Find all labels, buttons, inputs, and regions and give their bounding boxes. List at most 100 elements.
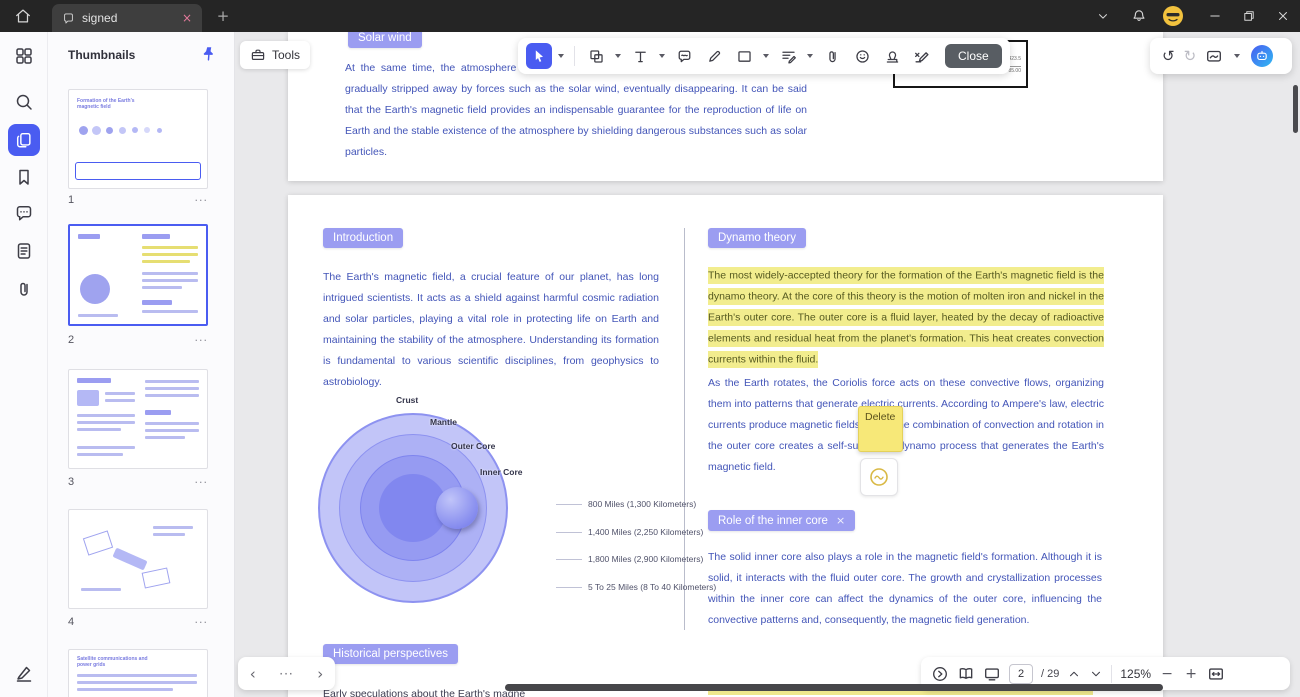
panel-title: Thumbnails xyxy=(68,48,135,62)
tools-button[interactable]: Tools xyxy=(240,41,310,69)
tab-label: signed xyxy=(82,11,117,25)
titlebar-collapse-button[interactable] xyxy=(1088,0,1118,32)
select-tool-button[interactable] xyxy=(526,43,552,69)
measurement-row: 800 Miles (1,300 Kilometers) xyxy=(556,499,696,509)
notifications-button[interactable] xyxy=(1124,0,1154,32)
signature-tool-button[interactable] xyxy=(14,663,34,683)
thumbnail-page-5[interactable]: Satellite communications and power grids xyxy=(68,649,208,697)
typewriter-tool-button[interactable] xyxy=(775,43,801,69)
zoom-out-button[interactable]: − xyxy=(1159,666,1175,682)
overlap-squares-icon xyxy=(588,48,605,65)
shape-tool-caret-icon[interactable] xyxy=(763,54,769,58)
signature-pad-caret-icon[interactable] xyxy=(1234,54,1240,58)
toolbar-divider xyxy=(574,46,575,66)
highlight-area-tool-button[interactable] xyxy=(583,43,609,69)
document-tab[interactable]: signed × xyxy=(52,4,202,32)
close-window-button[interactable] xyxy=(1268,0,1298,32)
fit-width-icon[interactable] xyxy=(1207,665,1225,683)
signature-pad-icon[interactable] xyxy=(1205,47,1223,65)
search-icon xyxy=(14,92,34,112)
thumbnail-3-menu[interactable]: ··· xyxy=(195,476,209,489)
attachment-tool-button[interactable] xyxy=(819,43,845,69)
restore-button[interactable] xyxy=(1234,0,1264,32)
tools-label: Tools xyxy=(272,48,300,62)
ai-assistant-button[interactable] xyxy=(1251,45,1273,67)
zoom-level-label[interactable]: 125% xyxy=(1120,667,1151,681)
sticker-tool-button[interactable] xyxy=(849,43,875,69)
page-down-icon[interactable] xyxy=(1089,667,1103,681)
shape-tool-button[interactable] xyxy=(731,43,757,69)
pencil-tool-button[interactable] xyxy=(701,43,727,69)
paperclip-icon xyxy=(824,48,841,65)
page-number-input[interactable] xyxy=(1009,664,1033,684)
sign-tool-button[interactable] xyxy=(909,43,935,69)
chip-close-icon[interactable]: × xyxy=(836,514,845,527)
reading-mode-icon[interactable] xyxy=(957,665,975,683)
file-icon xyxy=(14,241,34,261)
heading-chip-inner-core: Role of the inner core × xyxy=(708,510,855,531)
zoom-in-button[interactable]: + xyxy=(1183,666,1199,682)
document-canvas[interactable]: Solar wind At the same time, the atmosph… xyxy=(235,32,1300,697)
comment-annotation-button[interactable] xyxy=(860,458,898,496)
vertical-scrollbar[interactable] xyxy=(1293,85,1298,133)
thumbnail-1-menu[interactable]: ··· xyxy=(195,194,209,207)
bookmarks-button[interactable] xyxy=(14,167,34,187)
pages-button[interactable] xyxy=(14,241,34,261)
thumbnail-page-1[interactable]: Formation of the Earth's magnetic field xyxy=(68,89,208,189)
thumbnail-4-menu[interactable]: ··· xyxy=(195,616,209,629)
thumbnail-2-earth xyxy=(80,274,110,304)
heading-chip-solar-wind: Solar wind xyxy=(348,32,422,48)
titlebar: signed × + xyxy=(0,0,1300,32)
presentation-mode-icon[interactable] xyxy=(983,665,1001,683)
sticky-note-label[interactable]: Delete xyxy=(865,411,895,423)
next-page-icon[interactable]: › xyxy=(317,665,323,683)
nav-menu-icon[interactable]: ··· xyxy=(279,667,293,681)
apps-button[interactable] xyxy=(14,46,34,66)
pin-panel-button[interactable] xyxy=(200,45,218,63)
search-button[interactable] xyxy=(14,92,34,112)
inner-core-heading: Role of the inner core xyxy=(718,515,828,527)
attachments-button[interactable] xyxy=(14,279,34,299)
comments-button[interactable] xyxy=(14,203,34,223)
undo-icon[interactable]: ↺ xyxy=(1162,47,1175,65)
stamp-tool-button[interactable] xyxy=(879,43,905,69)
thumbnail-page-3[interactable] xyxy=(68,369,208,469)
home-button[interactable] xyxy=(8,0,38,32)
highlight-tool-caret-icon[interactable] xyxy=(615,54,621,58)
text-tool-button[interactable] xyxy=(627,43,653,69)
sticky-note-delete[interactable]: Delete xyxy=(858,406,903,452)
ai-robot-icon xyxy=(1255,49,1269,63)
tab-close-icon[interactable]: × xyxy=(182,11,192,25)
auto-scroll-icon[interactable] xyxy=(931,665,949,683)
inner-core-sphere xyxy=(436,487,478,529)
new-tab-button[interactable]: + xyxy=(210,0,236,32)
page-up-icon[interactable] xyxy=(1067,667,1081,681)
horizontal-scrollbar[interactable] xyxy=(505,684,1163,691)
comment-tool-button[interactable] xyxy=(671,43,697,69)
typewriter-tool-caret-icon[interactable] xyxy=(807,54,813,58)
thumbnail-1-title: Formation of the Earth's magnetic field xyxy=(77,98,135,110)
thumbnails-panel-button[interactable] xyxy=(8,124,40,156)
historical-heading: Historical perspectives xyxy=(333,648,448,660)
select-tool-caret-icon[interactable] xyxy=(558,54,564,58)
redo-icon[interactable]: ↻ xyxy=(1184,47,1197,65)
pin-icon xyxy=(200,45,218,63)
highlight-annotation[interactable]: The most widely-accepted theory for the … xyxy=(708,267,1104,368)
account-avatar[interactable] xyxy=(1158,0,1188,32)
signature-x-icon xyxy=(913,47,931,65)
close-toolbar-button[interactable]: Close xyxy=(945,44,1002,68)
introduction-paragraph: The Earth's magnetic field, a crucial fe… xyxy=(323,267,659,393)
thumbnail-page-4[interactable] xyxy=(68,509,208,609)
dynamo-highlighted-paragraph[interactable]: The most widely-accepted theory for the … xyxy=(708,265,1104,370)
dynamo-heading: Dynamo theory xyxy=(718,232,796,244)
heading-chip-introduction: Introduction xyxy=(323,228,403,248)
status-divider xyxy=(1111,665,1112,683)
thumbnail-page-2[interactable] xyxy=(68,224,208,326)
thumbnail-2-menu[interactable]: ··· xyxy=(195,334,209,347)
heading-chip-historical: Historical perspectives xyxy=(323,644,458,664)
toolbox-icon xyxy=(250,47,266,63)
restore-icon xyxy=(1242,9,1256,23)
prev-page-icon[interactable]: ‹ xyxy=(250,665,256,683)
minimize-button[interactable] xyxy=(1200,0,1230,32)
text-tool-caret-icon[interactable] xyxy=(659,54,665,58)
